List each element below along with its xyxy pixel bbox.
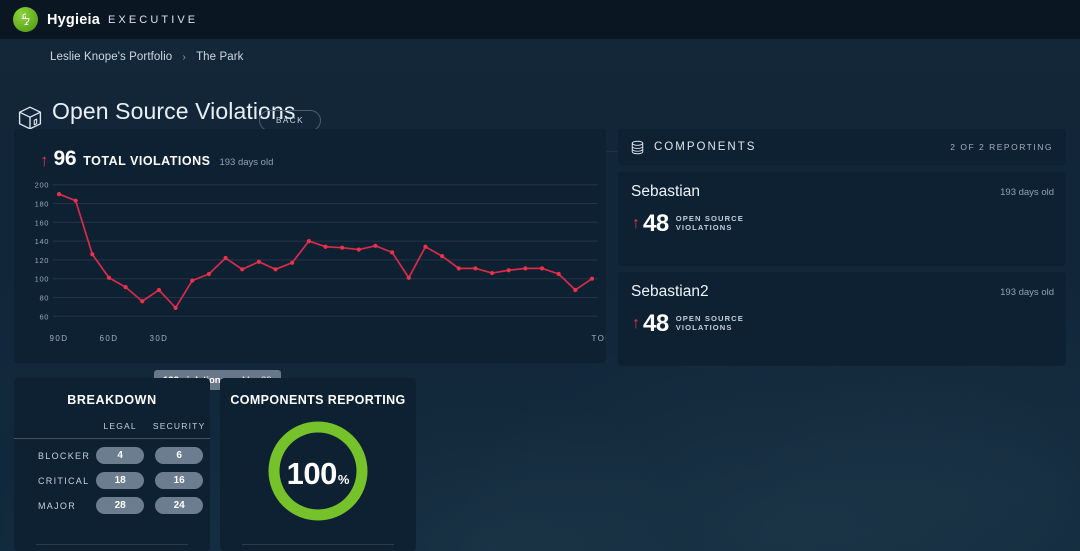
breakdown-cell-legal: 28 [92,489,148,514]
svg-text:60D: 60D [100,334,119,343]
components-header: COMPONENTS 2 OF 2 REPORTING [618,129,1066,165]
table-row: CRITICAL 18 16 [14,464,210,489]
table-row: BLOCKER 4 6 [14,439,210,464]
table-row: MAJOR 28 24 [14,489,210,514]
breakdown-cell-security: 6 [148,439,210,464]
reporting-title: COMPONENTS REPORTING [230,393,406,407]
components-title: COMPONENTS [654,141,757,153]
component-name: Sebastian [631,183,700,200]
breakdown-col-legal: LEGAL [103,421,137,431]
total-violations-panel: ↑ 96 TOTAL VIOLATIONS 193 days old 200 18… [14,129,606,390]
reporting-value: 100 [286,456,338,491]
breakdown-row-label: MAJOR [38,500,76,511]
svg-text:160: 160 [35,218,49,227]
violations-line-chart[interactable]: 200 180 160 140 120 100 80 60 90D 60D 30D TODAY [14,174,606,363]
back-button[interactable]: BACK [259,110,321,131]
svg-text:140: 140 [35,237,49,246]
components-reporting-panel: COMPONENTS REPORTING 100 % [220,378,416,551]
reporting-suffix: % [337,472,350,487]
breadcrumb: Leslie Knope's Portfolio › The Park [50,51,244,63]
chevron-right-icon: › [182,52,186,63]
breadcrumb-current[interactable]: The Park [196,51,243,63]
kpi-label: TOTAL VIOLATIONS [83,154,211,168]
breadcrumb-root[interactable]: Leslie Knope's Portfolio [50,51,172,63]
breakdown-panel: BREAKDOWN LEGAL SECURITY BLOCKER 4 6 CRITIC… [14,378,210,551]
component-unit: OPEN SOURCE VIOLATIONS [675,314,744,333]
component-age: 193 days old [1000,187,1054,198]
breakdown-cell-security: 16 [148,464,210,489]
breakdown-row-label: CRITICAL [38,475,90,486]
brand-edition: EXECUTIVE [107,13,199,26]
reporting-value-group: 100 % [265,418,371,524]
breakdown-row-label: BLOCKER [38,450,91,461]
count-pill[interactable]: 18 [96,472,145,489]
count-pill[interactable]: 24 [155,497,204,514]
svg-text:TODAY: TODAY [591,334,606,343]
dashboard-root: Hygieia EXECUTIVE Leslie Knope's Portfol… [0,0,1080,551]
component-value: 48 [643,310,669,337]
count-pill[interactable]: 6 [155,447,204,464]
component-unit-line2: VIOLATIONS [675,223,733,232]
components-reporting-status: 2 OF 2 REPORTING [950,142,1053,152]
kpi-age: 193 days old [219,157,274,168]
component-unit-line2: VIOLATIONS [675,323,733,332]
component-value: 48 [643,210,669,237]
breakdown-cell-legal: 18 [92,464,148,489]
svg-text:90D: 90D [50,334,69,343]
component-metric: ↑ 48 OPEN SOURCE VIOLATIONS [632,210,744,238]
trend-up-arrow-icon: ↑ [632,315,640,332]
breakdown-table: LEGAL SECURITY BLOCKER 4 6 CRITICAL 18 16 MAJO… [14,421,210,514]
kpi-value: 96 [53,147,77,170]
reporting-donut-chart: 100 % [265,418,371,524]
breakdown-title: BREAKDOWN [67,393,157,407]
count-pill[interactable]: 28 [96,497,145,514]
component-card[interactable]: Sebastian2 193 days old ↑ 48 OPEN SOURCE… [618,272,1066,366]
count-pill[interactable]: 4 [96,447,145,464]
component-unit: OPEN SOURCE VIOLATIONS [675,214,744,233]
breakdown-header-row: LEGAL SECURITY [14,421,210,439]
hygieia-bowl-logo-icon[interactable] [13,7,38,32]
svg-text:30D: 30D [149,334,168,343]
breakdown-footer-divider [36,544,188,545]
svg-text:200: 200 [35,181,49,190]
svg-text:60: 60 [39,312,49,321]
top-bar: Hygieia EXECUTIVE [0,0,1080,39]
breakdown-cell-legal: 4 [92,439,148,464]
page-header: Leslie Knope's Portfolio › The Park Open… [0,39,1080,152]
layers-stack-icon [630,140,645,155]
breakdown-col-security: SECURITY [152,421,206,431]
count-pill[interactable]: 16 [155,472,204,489]
breakdown-cell-security: 24 [148,489,210,514]
trend-up-arrow-icon: ↑ [632,215,640,232]
breakdown-col-blank [14,421,92,439]
component-metric: ↑ 48 OPEN SOURCE VIOLATIONS [632,310,744,338]
svg-text:180: 180 [35,200,49,209]
component-card[interactable]: Sebastian 193 days old ↑ 48 OPEN SOURCE … [618,172,1066,266]
trend-up-arrow-icon: ↑ [40,151,49,170]
brand-name: Hygieia [47,11,100,28]
component-age: 193 days old [1000,287,1054,298]
reporting-footer-divider [242,544,394,545]
component-name: Sebastian2 [631,283,709,300]
svg-text:80: 80 [39,294,49,303]
svg-text:120: 120 [35,256,49,265]
kpi-total-violations: ↑ 96 TOTAL VIOLATIONS 193 days old [40,147,273,171]
svg-text:100: 100 [35,275,49,284]
